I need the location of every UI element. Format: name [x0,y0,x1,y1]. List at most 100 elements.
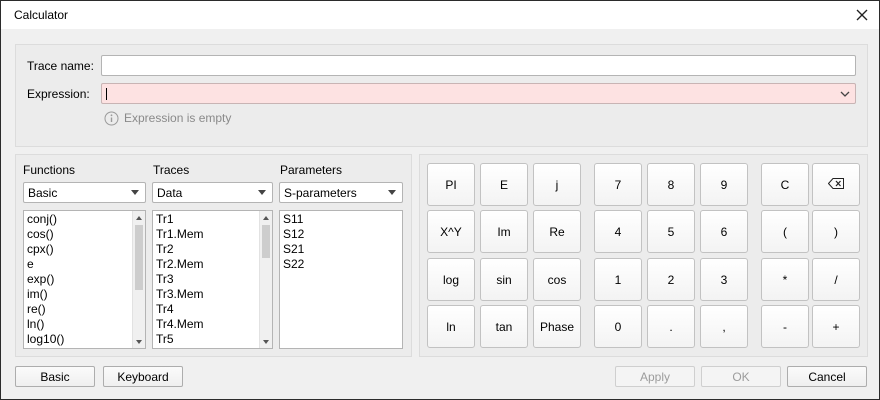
parameter-list-item[interactable]: S21 [283,242,304,257]
chevron-down-icon [388,190,396,195]
scroll-thumb[interactable] [135,225,143,290]
trace-list-item[interactable]: Tr2.Mem [156,257,204,272]
trace-list-item[interactable]: Tr1.Mem [156,227,204,242]
function-list-item[interactable]: ln() [27,317,64,332]
trace-list-item[interactable]: Tr3.Mem [156,287,204,302]
key-0-2[interactable]: log [427,258,475,301]
function-list-item[interactable]: re() [27,302,64,317]
parameters-header: Parameters [280,163,343,177]
key-4-3[interactable]: . [647,305,695,348]
traces-header: Traces [153,163,190,177]
key-4-2[interactable]: 2 [647,258,695,301]
backspace-key[interactable] [812,163,860,206]
trace-list-item[interactable]: Tr4.Mem [156,317,204,332]
parameters-dropdown[interactable]: S-parameters [279,182,403,203]
ok-button[interactable]: OK [701,366,781,387]
trace-list-item[interactable]: Tr5 [156,332,204,347]
key-5-2[interactable]: 3 [700,258,748,301]
key-2-2[interactable]: cos [533,258,581,301]
trace-list-item[interactable]: Tr1 [156,212,204,227]
key-6-3[interactable]: - [761,305,809,348]
arrow-down-icon [263,339,269,344]
title-bar: Calculator [1,1,879,29]
arrow-up-icon [136,215,142,220]
traces-selected: Data [157,186,183,200]
key-7-3[interactable]: + [812,305,860,348]
key-0-1[interactable]: X^Y [427,210,475,253]
window-title: Calculator [14,8,69,22]
chevron-down-icon [258,190,266,195]
traces-dropdown[interactable]: Data [152,182,273,203]
key-7-2[interactable]: / [812,258,860,301]
calculator-window: Calculator Trace name: Expression: Expre… [0,0,880,400]
functions-scrollbar[interactable] [132,211,145,348]
scroll-down-button[interactable] [260,335,272,348]
parameters-list[interactable]: S11 S12 S21 S22 [279,210,403,349]
parameter-list-item[interactable]: S11 [283,212,304,227]
function-list-item[interactable]: conj() [27,212,64,227]
functions-list[interactable]: conj() cos() cpx() e exp() im() re() ln() log10(… [23,210,146,349]
functions-dropdown[interactable]: Basic [23,182,146,203]
key-1-3[interactable]: tan [480,305,528,348]
scroll-thumb[interactable] [262,225,270,258]
close-icon [856,9,868,21]
keyboard-button[interactable]: Keyboard [103,366,183,387]
key-2-3[interactable]: Phase [533,305,581,348]
function-list-item[interactable]: cos() [27,227,64,242]
trace-list-item[interactable]: Tr4 [156,302,204,317]
scroll-down-button[interactable] [133,335,145,348]
key-0-3[interactable]: ln [427,305,475,348]
close-button[interactable] [849,3,875,27]
key-2-0[interactable]: j [533,163,581,206]
expression-empty-hint: Expression is empty [124,111,232,125]
expression-dropdown-button[interactable] [835,84,855,103]
function-list-item[interactable]: im() [27,287,64,302]
scroll-up-button[interactable] [133,211,145,224]
chevron-down-icon [840,91,850,97]
key-5-0[interactable]: 9 [700,163,748,206]
function-list-item[interactable]: exp() [27,272,64,287]
function-list-item[interactable]: log10() [27,332,64,347]
info-icon [104,111,119,126]
key-6-1[interactable]: ( [761,210,809,253]
trace-name-field[interactable] [102,56,855,75]
trace-list-item[interactable]: Tr3 [156,272,204,287]
functions-header: Functions [23,163,76,177]
expression-input[interactable] [101,83,856,104]
key-3-0[interactable]: 7 [594,163,642,206]
trace-list-item[interactable]: Tr2 [156,242,204,257]
key-2-1[interactable]: Re [533,210,581,253]
chevron-down-icon [131,190,139,195]
functions-selected: Basic [28,186,58,200]
key-4-1[interactable]: 5 [647,210,695,253]
key-4-0[interactable]: 8 [647,163,695,206]
scroll-up-button[interactable] [260,211,272,224]
apply-button[interactable]: Apply [615,366,695,387]
key-3-1[interactable]: 4 [594,210,642,253]
key-0-0[interactable]: PI [427,163,475,206]
key-3-2[interactable]: 1 [594,258,642,301]
cancel-button[interactable]: Cancel [787,366,867,387]
basic-button[interactable]: Basic [15,366,95,387]
key-1-1[interactable]: Im [480,210,528,253]
function-list-item[interactable]: e [27,257,64,272]
key-1-0[interactable]: E [480,163,528,206]
key-3-3[interactable]: 0 [594,305,642,348]
trace-name-label: Trace name: [27,59,94,73]
key-1-2[interactable]: sin [480,258,528,301]
arrow-up-icon [263,215,269,220]
key-5-1[interactable]: 6 [700,210,748,253]
traces-scrollbar[interactable] [259,211,272,348]
text-caret [106,88,107,100]
traces-list[interactable]: Tr1 Tr1.Mem Tr2 Tr2.Mem Tr3 Tr3.Mem Tr4 Tr4.Mem… [152,210,273,349]
parameter-list-item[interactable]: S22 [283,257,304,272]
backspace-icon [827,177,844,192]
parameter-list-item[interactable]: S12 [283,227,304,242]
trace-name-input[interactable] [101,55,856,76]
function-list-item[interactable]: cpx() [27,242,64,257]
key-7-1[interactable]: ) [812,210,860,253]
parameters-selected: S-parameters [284,186,357,200]
key-5-3[interactable]: , [700,305,748,348]
key-6-2[interactable]: * [761,258,809,301]
key-6-0[interactable]: C [761,163,809,206]
